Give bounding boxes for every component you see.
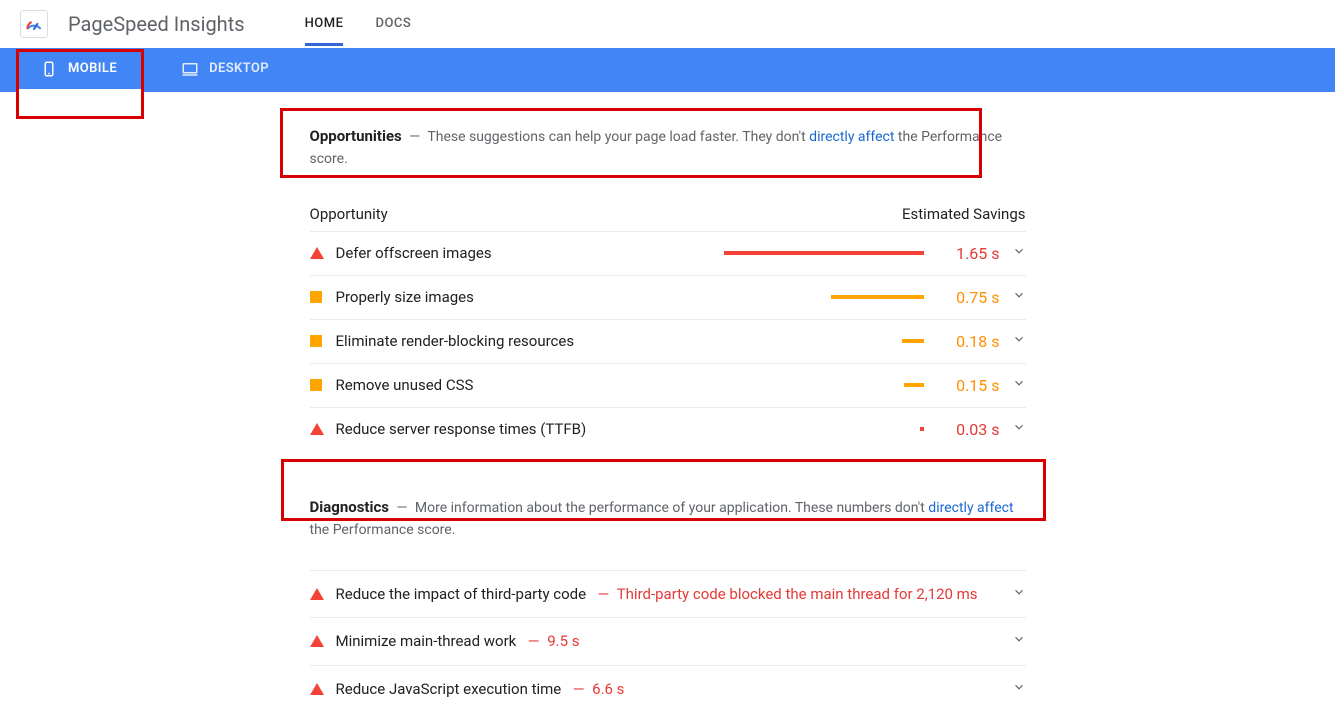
triangle-red-icon [310, 683, 324, 695]
opportunities-header: Opportunities — These suggestions can he… [310, 122, 1026, 181]
opportunity-column-headers: Opportunity Estimated Savings [310, 205, 1026, 231]
savings-value: 0.15 s [940, 376, 1000, 395]
diagnostic-label: Reduce JavaScript execution time — 6.6 s [336, 678, 1000, 701]
diagnostics-description: — More information about the performance… [310, 500, 1014, 538]
col-opportunity: Opportunity [310, 205, 388, 223]
opportunities-list: Defer offscreen images 1.65 s Properly siz… [310, 231, 1026, 451]
diagnostics-title: Diagnostics [310, 498, 389, 516]
opportunity-label: Properly size images [336, 288, 724, 306]
opportunity-row[interactable]: Defer offscreen images 1.65 s [310, 231, 1026, 275]
chevron-down-icon [1012, 585, 1026, 603]
opportunity-label: Eliminate render-blocking resources [336, 332, 724, 350]
diagnostic-row[interactable]: Reduce JavaScript execution time — 6.6 s [310, 665, 1026, 712]
savings-value: 0.75 s [940, 288, 1000, 307]
triangle-red-icon [310, 247, 324, 259]
col-estimated-savings: Estimated Savings [902, 205, 1026, 223]
main-content: Opportunities — These suggestions can he… [310, 122, 1026, 712]
device-tab-desktop-label: DESKTOP [209, 61, 269, 76]
opportunities-title: Opportunities [310, 127, 402, 145]
square-orange-icon [310, 335, 322, 347]
directly-affect-link[interactable]: directly affect [809, 129, 894, 145]
device-tab-desktop[interactable]: DESKTOP [157, 48, 293, 92]
opportunities-description: — These suggestions can help your page l… [310, 129, 1003, 167]
tab-docs[interactable]: DOCS [375, 2, 411, 46]
chevron-down-icon [1012, 288, 1026, 306]
savings-value: 0.03 s [940, 420, 1000, 439]
diagnostic-label: Minimize main-thread work — 9.5 s [336, 630, 1000, 653]
opportunity-row[interactable]: Properly size images 0.75 s [310, 275, 1026, 319]
triangle-red-icon [310, 423, 324, 435]
diagnostics-list: Reduce the impact of third-party code — … [310, 570, 1026, 712]
opportunity-row[interactable]: Eliminate render-blocking resources 0.18 … [310, 319, 1026, 363]
savings-bar [724, 427, 924, 431]
chevron-down-icon [1012, 332, 1026, 350]
opportunity-label: Reduce server response times (TTFB) [336, 420, 724, 438]
top-nav: HOME DOCS [305, 2, 412, 46]
chevron-down-icon [1012, 244, 1026, 262]
device-tab-mobile-label: MOBILE [68, 61, 117, 76]
chevron-down-icon [1012, 680, 1026, 698]
savings-value: 1.65 s [940, 244, 1000, 263]
pagespeed-logo-icon [20, 10, 48, 38]
diagnostic-row[interactable]: Minimize main-thread work — 9.5 s [310, 617, 1026, 665]
square-orange-icon [310, 379, 322, 391]
savings-bar [724, 383, 924, 387]
savings-bar [724, 251, 924, 255]
diagnostic-detail: 9.5 s [547, 632, 579, 650]
savings-bar [724, 295, 924, 299]
desktop-icon [181, 60, 199, 78]
chevron-down-icon [1012, 376, 1026, 394]
savings-bar [724, 339, 924, 343]
opportunity-label: Defer offscreen images [336, 244, 724, 262]
mobile-icon [40, 60, 58, 78]
directly-affect-link-2[interactable]: directly affect [928, 500, 1013, 516]
opportunity-label: Remove unused CSS [336, 376, 724, 394]
brand-title: PageSpeed Insights [68, 12, 245, 36]
tab-home[interactable]: HOME [305, 2, 344, 46]
diagnostic-label: Reduce the impact of third-party code — … [336, 583, 1000, 606]
top-bar: PageSpeed Insights HOME DOCS [0, 0, 1335, 48]
diagnostics-header: Diagnostics — More information about the… [310, 493, 1026, 552]
triangle-red-icon [310, 588, 324, 600]
savings-value: 0.18 s [940, 332, 1000, 351]
chevron-down-icon [1012, 420, 1026, 438]
device-tab-bar: MOBILE DESKTOP [0, 48, 1335, 92]
diagnostic-row[interactable]: Reduce the impact of third-party code — … [310, 570, 1026, 618]
opportunity-row[interactable]: Remove unused CSS 0.15 s [310, 363, 1026, 407]
diagnostic-detail: 6.6 s [592, 680, 624, 698]
diagnostic-detail: Third-party code blocked the main thread… [617, 585, 978, 603]
chevron-down-icon [1012, 632, 1026, 650]
device-tab-mobile[interactable]: MOBILE [16, 48, 141, 92]
triangle-red-icon [310, 635, 324, 647]
opportunity-row[interactable]: Reduce server response times (TTFB) 0.03 … [310, 407, 1026, 451]
square-orange-icon [310, 291, 322, 303]
